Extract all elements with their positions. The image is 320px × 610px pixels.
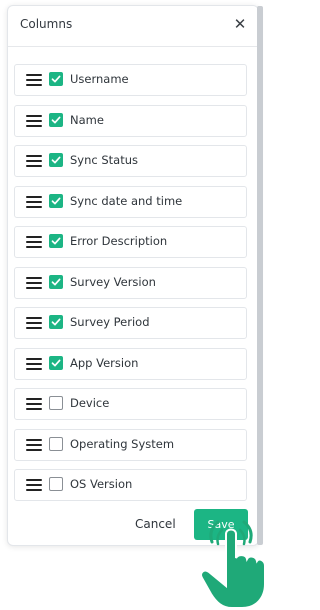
cancel-button[interactable]: Cancel [135, 517, 176, 531]
column-label: Survey Version [70, 274, 156, 289]
close-icon[interactable]: ✕ [230, 14, 250, 34]
column-label: OS Version [70, 477, 133, 491]
check-icon [51, 197, 61, 204]
checkbox-checked[interactable] [49, 234, 63, 248]
columns-dialog: Columns ✕ Username Name Sync Status Sync da… [7, 5, 259, 546]
column-row[interactable]: Device [14, 388, 247, 420]
column-row[interactable]: Sync date and time [14, 185, 247, 218]
column-row[interactable]: Username [14, 64, 247, 96]
check-icon [51, 116, 61, 123]
column-label: Error Description [70, 234, 168, 248]
drag-handle-icon[interactable] [26, 357, 42, 370]
drag-handle-icon[interactable] [26, 195, 42, 208]
drag-handle-icon[interactable] [26, 438, 42, 451]
scrollbar[interactable] [257, 6, 263, 545]
checkbox-unchecked[interactable] [49, 396, 63, 410]
checkbox-checked[interactable] [49, 274, 63, 289]
pointer-hand-icon [200, 520, 266, 609]
checkbox-checked[interactable] [49, 355, 63, 370]
check-icon [51, 156, 61, 164]
drag-handle-icon[interactable] [26, 236, 42, 248]
column-label: Sync Status [70, 153, 139, 167]
drag-handle-icon[interactable] [26, 317, 42, 329]
drag-handle-icon[interactable] [26, 114, 42, 127]
column-list: Username Name Sync Status Sync date and tim… [14, 64, 248, 510]
column-row[interactable]: Survey Version [14, 266, 247, 299]
checkbox-unchecked[interactable] [49, 436, 63, 451]
column-row[interactable]: Operating System [14, 428, 247, 461]
checkbox-checked[interactable] [49, 112, 63, 127]
drag-handle-icon[interactable] [26, 479, 42, 491]
column-row[interactable]: Name [14, 104, 247, 137]
column-label: Operating System [70, 436, 175, 451]
column-label: App Version [70, 355, 139, 370]
column-label: Device [70, 396, 110, 410]
drag-handle-icon[interactable] [26, 276, 42, 289]
column-label: Sync date and time [70, 193, 183, 208]
column-row[interactable]: App Version [14, 347, 247, 380]
drag-handle-icon[interactable] [26, 155, 42, 167]
dialog-header: Columns ✕ [8, 6, 258, 47]
column-label: Username [70, 72, 129, 86]
checkbox-checked[interactable] [49, 153, 63, 167]
check-icon [51, 278, 61, 285]
check-icon [51, 237, 61, 245]
checkbox-checked[interactable] [49, 72, 63, 86]
check-icon [51, 359, 61, 366]
check-icon [51, 318, 61, 326]
column-label: Survey Period [70, 315, 150, 329]
checkbox-checked[interactable] [49, 315, 63, 329]
check-icon [51, 75, 61, 83]
column-row[interactable]: Error Description [14, 226, 247, 258]
checkbox-checked[interactable] [49, 193, 63, 208]
drag-handle-icon[interactable] [26, 74, 42, 86]
dialog-title: Columns [20, 17, 73, 31]
column-row[interactable]: OS Version [14, 469, 247, 501]
checkbox-unchecked[interactable] [49, 477, 63, 491]
column-label: Name [70, 112, 104, 127]
column-row[interactable]: Sync Status [14, 145, 247, 177]
column-row[interactable]: Survey Period [14, 307, 247, 339]
drag-handle-icon[interactable] [26, 398, 42, 410]
